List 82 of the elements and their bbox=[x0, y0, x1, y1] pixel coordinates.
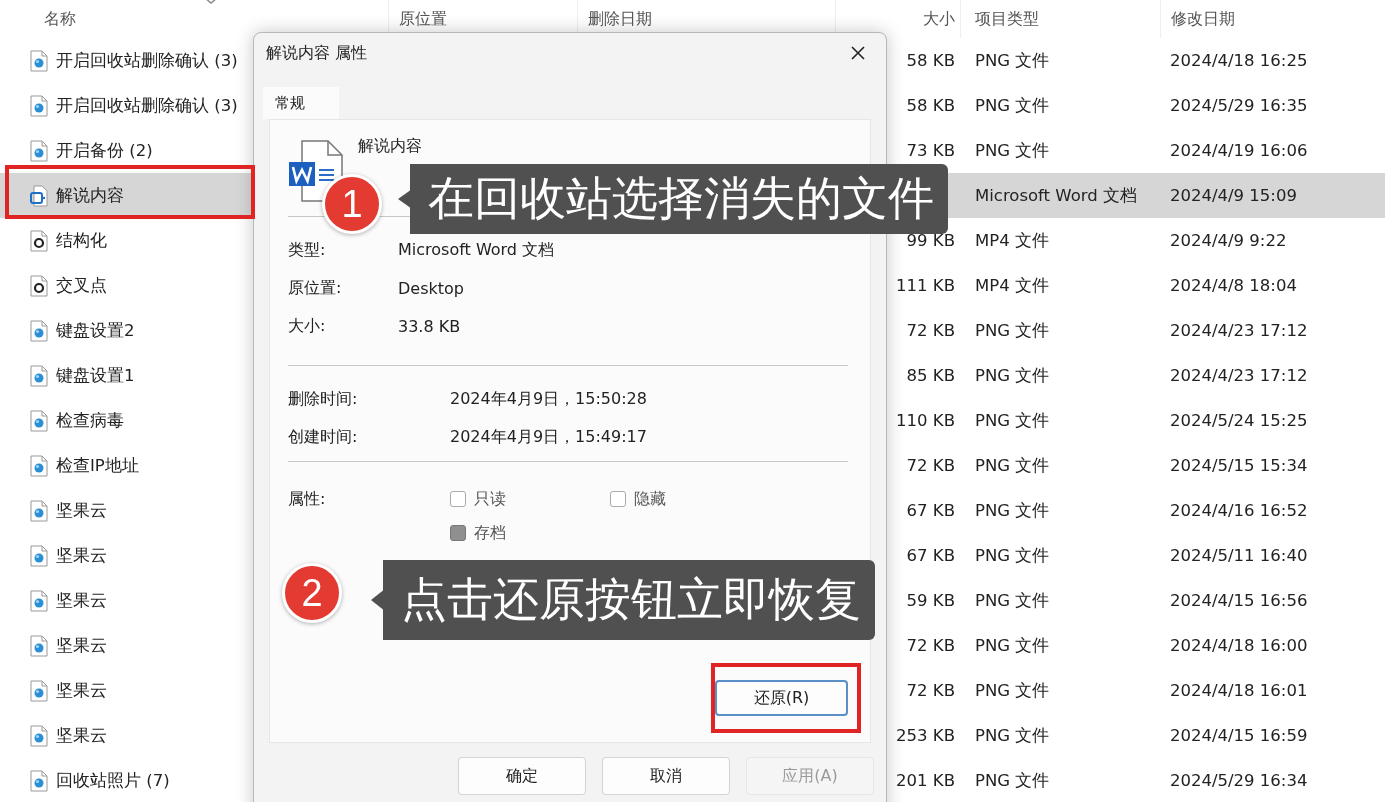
modified-date: 2024/4/18 16:25 bbox=[1170, 51, 1308, 70]
file-type: PNG 文件 bbox=[975, 679, 1050, 702]
file-name: 回收站照片 (7) bbox=[56, 769, 170, 792]
file-size: 73 KB bbox=[906, 141, 955, 160]
modified-date: 2024/4/9 9:22 bbox=[1170, 231, 1287, 250]
property-label: 类型: bbox=[288, 239, 327, 261]
property-label: 删除时间: bbox=[288, 388, 359, 410]
modified-date: 2024/4/18 16:00 bbox=[1170, 636, 1308, 655]
file-name: 开启回收站删除确认 (3) bbox=[56, 49, 238, 72]
modified-date: 2024/4/23 17:12 bbox=[1170, 321, 1308, 340]
file-size: 72 KB bbox=[906, 321, 955, 340]
modified-date: 2024/4/18 16:01 bbox=[1170, 681, 1308, 700]
file-type: PNG 文件 bbox=[975, 589, 1050, 612]
file-type: PNG 文件 bbox=[975, 364, 1050, 387]
callout: 在回收站选择消失的文件 bbox=[398, 164, 948, 234]
property-value: Microsoft Word 文档 bbox=[398, 239, 555, 261]
file-name: 坚果云 bbox=[56, 634, 107, 657]
property-label: 原位置: bbox=[288, 277, 343, 299]
file-size: 201 KB bbox=[896, 771, 955, 790]
file-name: 键盘设置1 bbox=[56, 364, 135, 387]
modified-date: 2024/4/23 17:12 bbox=[1170, 366, 1308, 385]
file-size: 67 KB bbox=[906, 546, 955, 565]
file-size: 253 KB bbox=[896, 726, 955, 745]
file-name: 坚果云 bbox=[56, 544, 107, 567]
modified-date: 2024/4/9 15:09 bbox=[1170, 186, 1297, 205]
modified-date: 2024/4/16 16:52 bbox=[1170, 501, 1308, 520]
file-name: 坚果云 bbox=[56, 589, 107, 612]
property-label: 属性: bbox=[288, 487, 327, 510]
file-type: PNG 文件 bbox=[975, 139, 1050, 162]
property-value: 2024年4月9日，15:49:17 bbox=[450, 426, 647, 448]
file-name: 检查IP地址 bbox=[56, 454, 139, 477]
modified-date: 2024/4/15 16:56 bbox=[1170, 591, 1308, 610]
file-type: PNG 文件 bbox=[975, 409, 1050, 432]
file-type: PNG 文件 bbox=[975, 544, 1050, 567]
file-size: 111 KB bbox=[896, 276, 955, 295]
file-name: 坚果云 bbox=[56, 724, 107, 747]
file-name: 开启备份 (2) bbox=[56, 139, 153, 162]
callout: 点击还原按钮立即恢复 bbox=[371, 560, 875, 640]
modified-date: 2024/4/19 16:06 bbox=[1170, 141, 1308, 160]
file-type: PNG 文件 bbox=[975, 769, 1050, 792]
file-size: 99 KB bbox=[906, 231, 955, 250]
file-name: 坚果云 bbox=[56, 499, 107, 522]
file-name: 键盘设置2 bbox=[56, 319, 135, 342]
file-name: 解说内容 bbox=[358, 136, 422, 157]
file-type: MP4 文件 bbox=[975, 229, 1049, 252]
file-type: PNG 文件 bbox=[975, 319, 1050, 342]
file-type: PNG 文件 bbox=[975, 499, 1050, 522]
file-size: 72 KB bbox=[906, 456, 955, 475]
property-value: 33.8 KB bbox=[398, 316, 461, 336]
file-type: PNG 文件 bbox=[975, 454, 1050, 477]
file-size: 67 KB bbox=[906, 501, 955, 520]
modified-date: 2024/5/15 15:34 bbox=[1170, 456, 1308, 475]
file-type: PNG 文件 bbox=[975, 49, 1050, 72]
dialog-title: 解说内容 属性 bbox=[266, 42, 368, 64]
file-type: PNG 文件 bbox=[975, 94, 1050, 117]
file-name: 结构化 bbox=[56, 229, 107, 252]
file-name: 检查病毒 bbox=[56, 409, 124, 432]
file-size: 58 KB bbox=[906, 51, 955, 70]
file-size: 72 KB bbox=[906, 636, 955, 655]
modified-date: 2024/4/8 18:04 bbox=[1170, 276, 1297, 295]
file-type: Microsoft Word 文档 bbox=[975, 184, 1137, 207]
file-size: 85 KB bbox=[906, 366, 955, 385]
property-value: 2024年4月9日，15:50:28 bbox=[450, 388, 647, 410]
file-name: 开启回收站删除确认 (3) bbox=[56, 94, 238, 117]
file-name: 坚果云 bbox=[56, 679, 107, 702]
file-name: 解说内容 bbox=[56, 184, 124, 207]
file-size: 110 KB bbox=[896, 411, 955, 430]
property-label: 创建时间: bbox=[288, 426, 359, 448]
file-type: PNG 文件 bbox=[975, 724, 1050, 747]
property-value: Desktop bbox=[398, 278, 464, 298]
modified-date: 2024/5/29 16:35 bbox=[1170, 96, 1308, 115]
file-size: 58 KB bbox=[906, 96, 955, 115]
file-size: 72 KB bbox=[906, 681, 955, 700]
file-size: 59 KB bbox=[906, 591, 955, 610]
modified-date: 2024/4/15 16:59 bbox=[1170, 726, 1308, 745]
file-name: 交叉点 bbox=[56, 274, 107, 297]
property-label: 大小: bbox=[288, 315, 327, 337]
modified-date: 2024/5/11 16:40 bbox=[1170, 546, 1308, 565]
file-type: MP4 文件 bbox=[975, 274, 1049, 297]
modified-date: 2024/5/24 15:25 bbox=[1170, 411, 1308, 430]
file-type: PNG 文件 bbox=[975, 634, 1050, 657]
modified-date: 2024/5/29 16:34 bbox=[1170, 771, 1308, 790]
